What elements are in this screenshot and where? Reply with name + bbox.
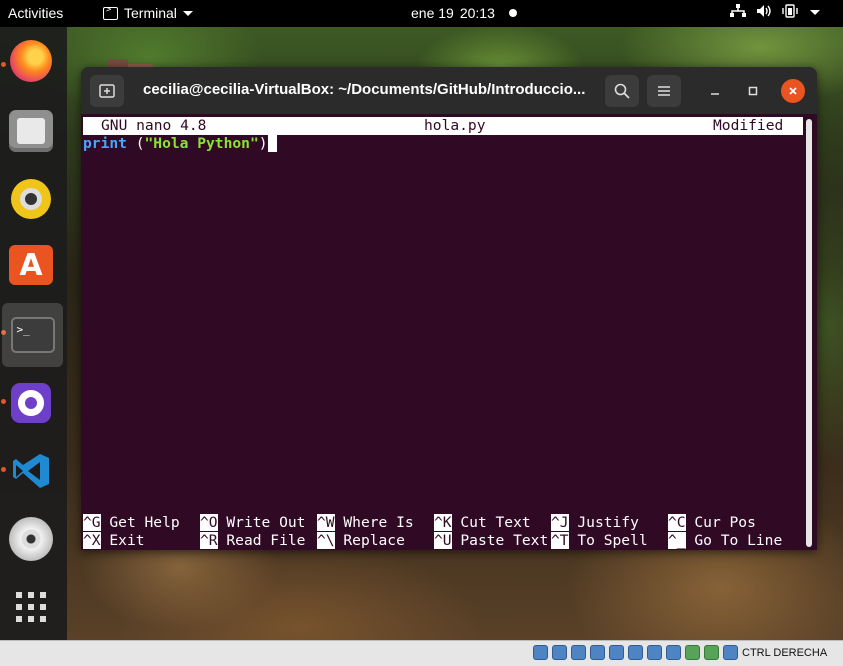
dock-item-firefox[interactable] [7, 37, 55, 85]
notification-dot-icon [509, 9, 517, 17]
dock: A >_ [0, 27, 67, 640]
shared-folders-icon[interactable] [628, 645, 643, 660]
app-menu-label: Terminal [124, 5, 177, 21]
shortcut-get-help: ^G Get Help [83, 514, 180, 531]
running-indicator [1, 62, 6, 67]
close-icon [789, 87, 797, 95]
github-icon [11, 383, 51, 423]
top-bar: Activities Terminal ene 19 20:13 [0, 0, 843, 27]
terminal-content[interactable]: GNU nano 4.8 hola.py Modified print ("Ho… [81, 116, 805, 550]
shortcut-write-out: ^O Write Out [200, 514, 306, 531]
dock-item-vscode[interactable] [7, 447, 55, 495]
code-paren-open: ( [126, 135, 145, 152]
shortcut-cur-pos: ^C Cur Pos [668, 514, 756, 531]
rhythmbox-icon [11, 179, 51, 219]
optical-drive-icon[interactable] [552, 645, 567, 660]
display-icon[interactable] [647, 645, 662, 660]
code-paren-close: ) [258, 135, 268, 152]
chevron-down-icon [810, 10, 820, 15]
clock[interactable]: ene 19 20:13 [411, 5, 495, 21]
nano-status: Modified [713, 117, 784, 134]
hard-disk-icon[interactable] [533, 645, 548, 660]
new-tab-icon [99, 84, 115, 98]
nano-title-bar: GNU nano 4.8 hola.py Modified [83, 117, 803, 135]
search-icon [614, 83, 630, 99]
window-title: cecilia@cecilia-VirtualBox: ~/Documents/… [143, 81, 586, 98]
nano-version: GNU nano 4.8 [101, 117, 207, 134]
dock-item-dvd[interactable] [7, 515, 55, 563]
volume-icon [756, 4, 772, 21]
usb-icon[interactable] [609, 645, 624, 660]
firefox-icon [10, 40, 52, 82]
host-key-arrow-icon [723, 645, 738, 660]
shortcut-to-spell: ^T To Spell [551, 532, 648, 549]
terminal-scrollbar[interactable] [806, 119, 812, 547]
system-tray[interactable] [730, 4, 820, 21]
shortcut-go-to-line: ^_ Go To Line [668, 532, 783, 549]
recording-icon[interactable] [666, 645, 681, 660]
activities-button[interactable]: Activities [8, 5, 63, 21]
maximize-icon [748, 86, 758, 96]
running-indicator [1, 467, 6, 472]
host-key-label: CTRL DERECHA [742, 647, 828, 659]
text-cursor [267, 135, 277, 152]
cpu-icon[interactable] [685, 645, 700, 660]
app-grid-icon [16, 592, 46, 622]
shortcut-read-file: ^R Read File [200, 532, 306, 549]
minimize-icon [711, 93, 719, 95]
audio-icon[interactable] [571, 645, 586, 660]
nano-filename: hola.py [424, 117, 486, 134]
dock-item-rhythmbox[interactable] [7, 175, 55, 223]
minimize-button[interactable] [703, 79, 727, 103]
code-keyword: print [83, 135, 127, 152]
shortcut-replace: ^\ Replace [317, 532, 405, 549]
shortcut-cut-text: ^K Cut Text [434, 514, 531, 531]
menu-button[interactable] [647, 75, 681, 107]
close-button[interactable] [781, 79, 805, 103]
shortcut-exit: ^X Exit [83, 532, 145, 549]
code-string: "Hola Python" [144, 135, 259, 152]
running-indicator [1, 399, 6, 404]
app-menu[interactable]: Terminal [103, 5, 193, 21]
network-adapter-icon[interactable] [590, 645, 605, 660]
show-applications-button[interactable] [7, 583, 55, 631]
battery-icon [782, 4, 800, 21]
dock-item-github[interactable] [7, 379, 55, 427]
dock-item-terminal[interactable]: >_ [2, 303, 63, 367]
vm-device-icons [533, 645, 738, 660]
terminal-window: cecilia@cecilia-VirtualBox: ~/Documents/… [81, 67, 817, 550]
clock-date: ene 19 [411, 5, 454, 21]
shortcut-where-is: ^W Where Is [317, 514, 414, 531]
new-tab-button[interactable] [90, 75, 124, 107]
vscode-icon [11, 451, 51, 491]
dvd-icon [9, 517, 53, 561]
terminal-icon: >_ [10, 317, 55, 353]
shortcut-paste-text: ^U Paste Text [434, 532, 549, 549]
network-icon [730, 4, 746, 21]
vm-status-bar: CTRL DERECHA [0, 640, 843, 666]
chevron-down-icon [182, 10, 193, 16]
shortcut-justify: ^J Justify [551, 514, 639, 531]
dock-item-files[interactable] [7, 107, 55, 155]
search-button[interactable] [605, 75, 639, 107]
clock-time: 20:13 [459, 5, 495, 21]
software-store-icon: A [9, 245, 53, 285]
editor-line[interactable]: print ("Hola Python") [83, 135, 277, 153]
hamburger-menu-icon [658, 86, 670, 96]
window-header[interactable]: cecilia@cecilia-VirtualBox: ~/Documents/… [81, 67, 817, 114]
mouse-integration-icon[interactable] [704, 645, 719, 660]
maximize-button[interactable] [741, 79, 765, 103]
files-icon [9, 110, 53, 152]
terminal-icon [103, 5, 118, 20]
dock-item-software[interactable]: A [7, 241, 55, 289]
